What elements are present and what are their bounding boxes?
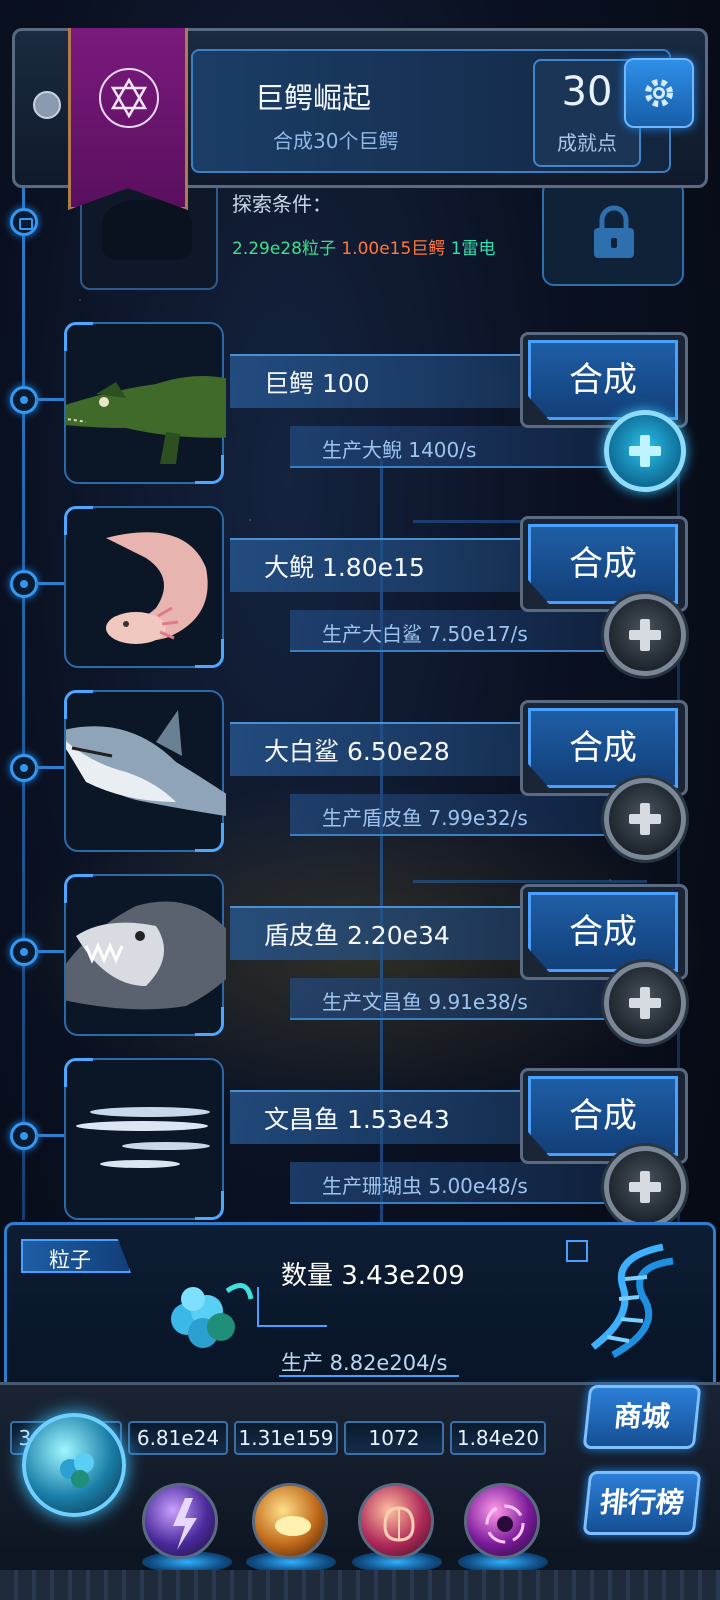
resource-thunder-value: 6.81e24 [128,1421,228,1455]
achievement-description: 合成30个巨鳄 [273,129,399,153]
thunder-orb-icon[interactable] [142,1483,218,1559]
dna-icon [563,1237,693,1371]
particle-tag: 粒子 [21,1239,131,1273]
rail-connector [36,398,66,401]
plus-icon [629,1171,661,1203]
particle-tag-label: 粒子 [49,1248,91,1272]
creature-row: 巨鳄 100 生产大鲵 1400/s 合成 [0,318,720,492]
creature-thumbnail [64,322,226,484]
lancelet-icon [76,1107,210,1168]
bottom-resource-bar: 3.43e209 6.81e24 1.31e159 1072 1.84e20 [0,1382,720,1600]
ranking-button[interactable]: 排行榜 [582,1471,702,1535]
crocodile-icon [66,376,226,464]
creature-name: 巨鳄 100 [264,369,370,398]
padlock-icon [594,205,634,258]
particle-rate: 生产 8.82e204/s [281,1351,448,1375]
shop-button[interactable]: 商城 [582,1385,702,1449]
particle-cluster-icon [147,1269,257,1363]
vortex-orb-icon[interactable] [464,1483,540,1559]
achievement-points-label: 成就点 [557,131,617,155]
particle-panel: 粒子 数量 3.43e209 生产 8.82e204/s [4,1222,716,1397]
fire-orb-icon[interactable] [252,1483,328,1559]
condition-particles: 2.29e28粒子 [232,239,336,259]
settings-button[interactable] [624,58,694,128]
creature-production: 生产盾皮鱼 7.99e32/s [322,806,528,830]
circuit-line [257,1325,327,1327]
silhouette-icon [102,200,192,260]
creature-production: 生产大鲵 1400/s [322,438,477,462]
unlock-button[interactable] [542,180,684,286]
plus-icon [629,619,661,651]
creature-name: 盾皮鱼 2.20e34 [264,921,450,950]
merge-button[interactable]: 合成 [528,892,678,972]
condition-crocs: 1.00e15巨鳄 [341,239,446,259]
achievement-info: 巨鳄崛起 合成30个巨鳄 30 成就点 [191,49,671,173]
add-button[interactable] [604,594,686,676]
creature-thumbnail [64,506,224,668]
creature-row: 盾皮鱼 2.20e34 生产文昌鱼 9.91e38/s 合成 [0,870,720,1044]
rail-connector [36,766,66,769]
explore-condition-label: 探索条件： [232,192,332,216]
bottom-stripe [0,1570,720,1600]
plus-icon [629,803,661,835]
add-button[interactable] [604,410,686,492]
shark-icon [66,710,226,817]
gear-icon [645,79,673,107]
creature-row: 文昌鱼 1.53e43 生产珊瑚虫 5.00e48/s 合成 [0,1054,720,1228]
circuit-line [257,1287,259,1327]
rail-node-icon [10,386,38,414]
merge-button[interactable]: 合成 [528,1076,678,1156]
rail-connector [36,1134,66,1137]
resource-brain-value: 1072 [344,1421,444,1455]
creature-thumbnail [64,874,226,1036]
brain-orb-icon[interactable] [358,1483,434,1559]
creature-thumbnail [64,690,226,852]
creature-production: 生产珊瑚虫 5.00e48/s [322,1174,528,1198]
dunkleosteus-icon [66,901,226,1010]
rail-connector [36,582,66,585]
particle-count: 数量 3.43e209 [281,1261,465,1291]
particle-orb-icon[interactable] [22,1413,126,1517]
rail-node-icon [10,938,38,966]
achievement-banner [68,28,188,210]
rail-connector [36,950,66,953]
add-button[interactable] [604,962,686,1044]
merge-button[interactable]: 合成 [528,708,678,788]
resource-fire-value: 1.31e159 [234,1421,338,1455]
rail-node-icon [10,570,38,598]
add-button[interactable] [604,1146,686,1228]
rail-node-icon [10,1122,38,1150]
creature-row: 大白鲨 6.50e28 生产盾皮鱼 7.99e32/s 合成 [0,686,720,860]
merge-button[interactable]: 合成 [528,340,678,420]
achievement-title: 巨鳄崛起 [255,81,372,115]
creature-production: 生产大白鲨 7.50e17/s [322,622,528,646]
creature-name: 大鲵 1.80e15 [264,553,425,582]
plus-icon [629,435,661,467]
rail-node-icon [10,754,38,782]
creature-thumbnail [64,1058,224,1220]
resource-vortex-value: 1.84e20 [450,1421,546,1455]
creature-row: 大鲵 1.80e15 生产大白鲨 7.50e17/s 合成 [0,502,720,676]
star-laurel-icon [99,68,159,128]
merge-button[interactable]: 合成 [528,524,678,604]
condition-thunder: 1雷电 [450,239,496,259]
pin-icon [33,91,61,119]
add-button[interactable] [604,778,686,860]
explore-conditions: 2.29e28粒子 1.00e15巨鳄 1雷电 [232,234,496,259]
creature-name: 文昌鱼 1.53e43 [264,1105,450,1134]
creature-production: 生产文昌鱼 9.91e38/s [322,990,528,1014]
salamander-icon [106,532,208,644]
rail-lock-icon [10,208,38,236]
plus-icon [629,987,661,1019]
creature-name: 大白鲨 6.50e28 [264,737,450,766]
